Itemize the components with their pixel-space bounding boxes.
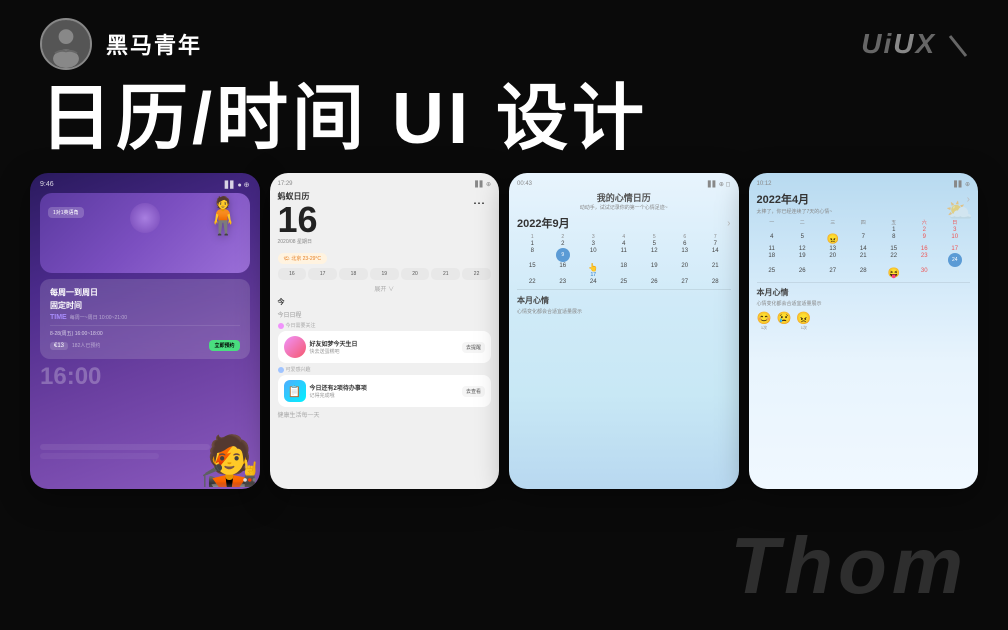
avatar [40,18,92,70]
p4-week-4: 18 19 20 21 22 23 24 [757,253,971,267]
avatar-figure [42,20,90,68]
event-1: 好友如梦今天生日 快去送蛋糕吧 去提醒 [278,331,492,363]
phone-3-status: 00:43 ▋▋ ⊕ ◻ [517,181,731,188]
p3-nav-arrow[interactable]: › [727,218,730,229]
p3-mood-title: 本月心情 [517,295,731,306]
expand-btn[interactable]: 展开 ∨ [278,284,492,293]
phone-2-status: 17:29 ▋▋ ⊕ [278,181,492,188]
main-title: 日历/时间 UI 设计 [40,80,968,159]
p3-subtitle: 动动手，试试记录你的第一个心情足迹~ [517,204,731,211]
p4-sub-text: 太棒了，你已经连续了7天的心情~ [757,208,971,215]
event-1-btn[interactable]: 去提醒 [462,342,485,353]
hero-badge: 1对1英语角 [48,207,84,218]
section2-label: 可爱感兴趣 [278,366,492,373]
author-area: 黑马青年 [40,18,202,70]
mood-emoji-2: 😢 [776,311,791,331]
phone-1-hero: 1对1英语角 🧍 [40,193,250,273]
phone-card-2: 17:29 ▋▋ ⊕ 蚂蚁日历 16 2020/08 星期日 ⋯ 🌤 北京 23… [270,173,500,489]
p4-week-3: 11 12 13 14 15 16 17 [757,246,971,252]
mood-emoji-1: 😊 1次 [757,311,772,331]
p4-month: 2022年4月 [757,191,810,207]
sky-decoration: ⛅ [946,198,973,224]
phone-card-3: 00:43 ▋▋ ⊕ ◻ 我的心情日历 动动手，试试记录你的第一个心情足迹~ 2… [509,173,739,489]
p3-mood-sub: 心情变化都会合适宜适量展示 [517,308,731,315]
p3-cal-headers: 1 2 3 4 5 6 7 [517,234,731,240]
mood-emoji-3: 😠 1次 [796,311,811,331]
p3-week-1: 1 2 3 4 5 6 7 [517,241,731,247]
watermark: Thom [730,520,968,612]
p2-date-large: 16 [278,202,318,238]
today-label: 今 [278,297,492,307]
p3-month: 2022年9月 [517,215,570,231]
p4-week-5: 25 26 27 28 😝 30 [757,268,971,279]
phone-1-status: 9:46 ▋▋ ● ⊕ [40,181,250,189]
week-strip[interactable]: 16 17 18 19 20 21 22 [278,268,492,280]
section1-label: 今日需要关注 [278,322,492,329]
p4-week-2: 4 5 😠 7 8 9 10 [757,234,971,245]
p3-title: 我的心情日历 [517,191,731,204]
event-1-avatar [284,336,306,358]
health-label: 健康生活每一天 [278,410,492,419]
header: 黑马青年 UiUX [0,0,1008,70]
screenshots-area: 9:46 ▋▋ ● ⊕ 1对1英语角 🧍 每周一到周日 固定时间 TIME 每周… [0,159,1008,489]
brand-logo: UiUX [861,28,968,60]
time-display: 16:00 [40,363,250,391]
event-2-btn[interactable]: 去查看 [462,386,485,397]
schedule-title: 今日日程 [278,310,492,319]
p4-mood-sub: 心情变化都会合适宜适量展示 [757,300,971,307]
phone-card-1: 9:46 ▋▋ ● ⊕ 1对1英语角 🧍 每周一到周日 固定时间 TIME 每周… [30,173,260,489]
p4-week-1: 1 2 3 [757,227,971,233]
phone-1-main-card: 每周一到周日 固定时间 TIME 每周一~周日 10:00~21:00 8-28… [40,279,250,359]
p3-mood-section: 本月心情 心情变化都会合适宜适量展示 [517,289,731,315]
p2-date-sub: 2020/08 星期日 [278,238,318,245]
p2-menu-icon[interactable]: ⋯ [467,191,491,215]
bottom-figure: 🧑‍🎤 [200,432,260,489]
p4-mood-title: 本月心情 [757,287,971,298]
event-2: 📋 今日还有2项待办事项 记得完成哦 去查看 [278,375,492,407]
p3-week-4: 22 23 24 25 26 27 28 [517,279,731,285]
p3-week-2: 8 9 10 11 12 13 14 [517,248,731,262]
p3-week-3: 15 16 👆 17 18 19 20 21 [517,263,731,278]
p4-mood-section: 本月心情 心情变化都会合适宜适量展示 😊 1次 😢 😠 1次 [757,282,971,331]
phone-4-status: 10:12 ▋▋ ⊕ [757,181,971,188]
phone-card-4: ⛅ 10:12 ▋▋ ⊕ 2022年4月 › 太棒了，你已经连续了7天的心情~ … [749,173,979,489]
mood-emoji-row: 😊 1次 😢 😠 1次 [757,311,971,331]
p4-cal-headers: 一 二 三 四 五 六 日 [757,219,971,226]
event-2-icon: 📋 [284,380,306,402]
weather-badge: 🌤 北京 23-29°C [278,253,328,264]
title-area: 日历/时间 UI 设计 [0,70,1008,159]
author-name: 黑马青年 [106,28,202,60]
